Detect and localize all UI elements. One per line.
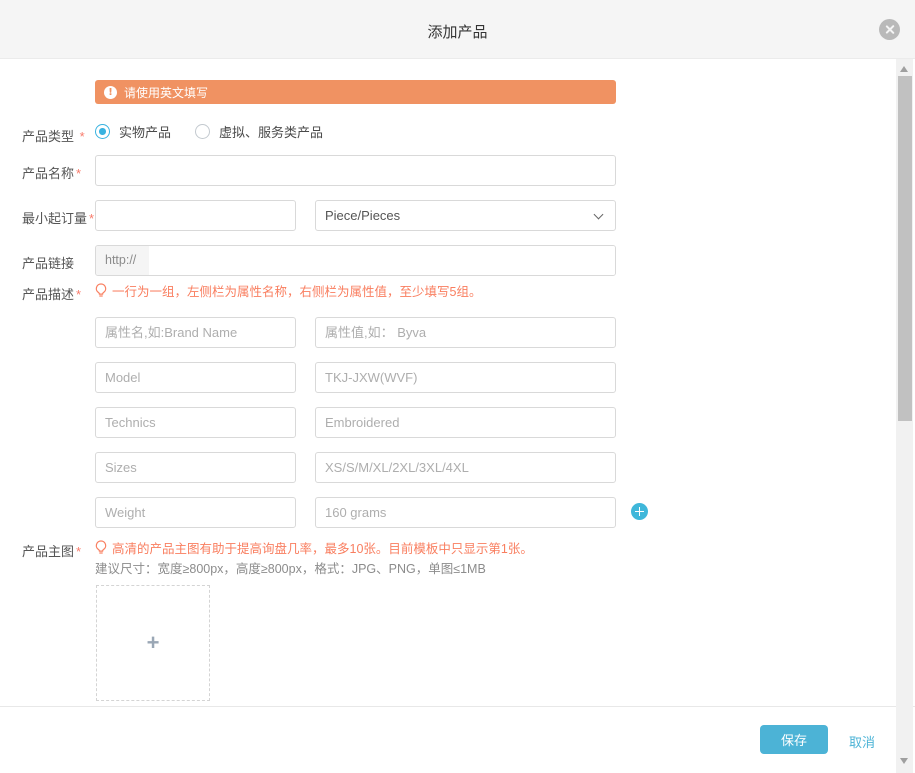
product-link-field: http:// [95,245,616,276]
lightbulb-icon [95,540,107,555]
attr-value-input-3[interactable] [315,407,616,438]
scrollbar-down-arrow-icon[interactable] [900,758,908,764]
modal-header: 添加产品 [0,0,915,59]
moq-label: 最小起订量* [22,208,94,227]
banner-text: 请使用英文填写 [124,84,208,101]
attr-name-input-5[interactable] [95,497,296,528]
moq-unit-select[interactable]: Piece/Pieces [315,200,616,231]
radio-label: 实物产品 [119,122,171,141]
lightbulb-icon [95,283,107,298]
attr-name-input-3[interactable] [95,407,296,438]
attr-value-input-5[interactable] [315,497,616,528]
attr-value-input-2[interactable] [315,362,616,393]
product-image-hint: 高清的产品主图有助于提高询盘几率，最多10张。目前模板中只显示第1张。 [95,538,533,557]
product-type-radio-group: 实物产品 虚拟、服务类产品 [95,122,323,141]
product-link-input[interactable] [149,246,615,275]
upload-plus-icon: + [147,632,160,654]
attr-value-input-4[interactable] [315,452,616,483]
attr-name-input-1[interactable] [95,317,296,348]
product-desc-label: 产品描述* [22,284,81,303]
footer-divider [0,706,915,707]
product-desc-hint: 一行为一组，左侧栏为属性名称，右侧栏为属性值，至少填写5组。 [95,281,481,300]
scrollbar-up-arrow-icon[interactable] [900,66,908,72]
product-image-size-hint: 建议尺寸：宽度≥800px，高度≥800px，格式：JPG、PNG，单图≤1MB [95,558,486,577]
modal-title: 添加产品 [0,21,915,42]
attr-name-input-2[interactable] [95,362,296,393]
product-type-label: 产品类型 * [22,126,85,145]
product-link-label: 产品链接 [22,253,74,272]
attr-name-input-4[interactable] [95,452,296,483]
product-name-label: 产品名称* [22,163,81,182]
radio-physical-product[interactable]: 实物产品 [95,122,171,141]
attr-value-input-1[interactable] [315,317,616,348]
scrollbar-thumb[interactable] [898,76,912,421]
add-attribute-row-button[interactable] [631,503,648,520]
radio-selected-icon [95,124,110,139]
save-button[interactable]: 保存 [760,725,828,754]
radio-unselected-icon [195,124,210,139]
vertical-scrollbar[interactable] [896,59,913,773]
http-prefix: http:// [96,246,149,275]
product-name-input[interactable] [95,155,616,186]
image-upload-box[interactable]: + [96,585,210,701]
cancel-button[interactable]: 取消 [849,732,875,751]
english-notice-banner: ! 请使用英文填写 [95,80,616,104]
radio-virtual-product[interactable]: 虚拟、服务类产品 [195,122,323,141]
radio-label: 虚拟、服务类产品 [219,122,323,141]
info-icon: ! [104,86,117,99]
product-image-label: 产品主图* [22,541,81,560]
moq-input[interactable] [95,200,296,231]
chevron-down-icon [594,210,604,220]
close-icon[interactable] [879,19,900,40]
moq-unit-value: Piece/Pieces [325,208,400,223]
